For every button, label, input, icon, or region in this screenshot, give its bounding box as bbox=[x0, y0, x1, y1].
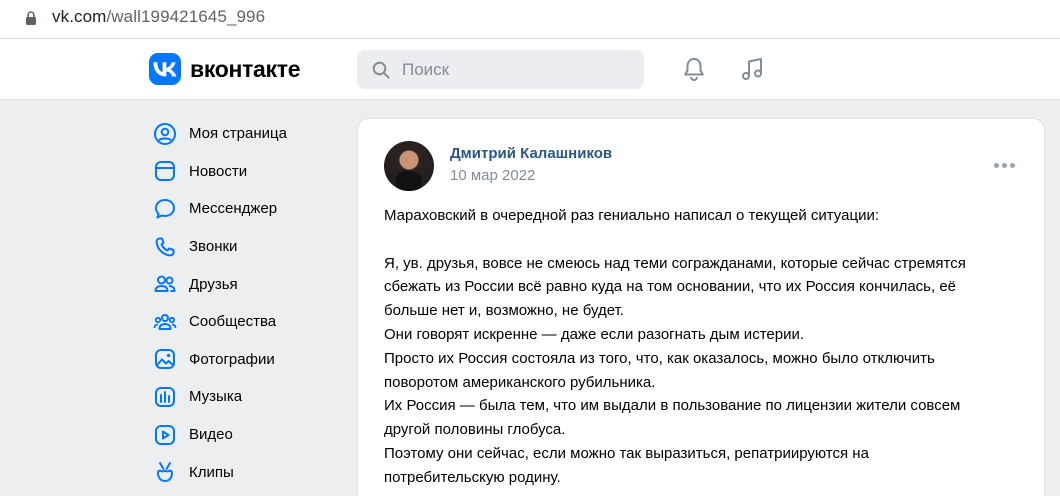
search-placeholder: Поиск bbox=[402, 60, 450, 79]
nav-item-music[interactable]: Музыка bbox=[148, 378, 348, 416]
url-host: vk.com bbox=[52, 7, 107, 26]
post-text: Мараховский в очередной раз гениально на… bbox=[384, 204, 1024, 490]
nav-item-label: Новости bbox=[189, 162, 248, 180]
video-icon bbox=[152, 422, 178, 448]
post-author[interactable]: Дмитрий Калашников bbox=[450, 145, 612, 162]
nav-item-label: Друзья bbox=[189, 275, 238, 293]
lock-icon bbox=[26, 11, 36, 25]
photos-icon bbox=[152, 346, 178, 372]
post-line: сбежать из России всё равно куда на том … bbox=[384, 278, 956, 296]
news-icon bbox=[152, 158, 178, 184]
site-header: вконтакте Поиск bbox=[0, 39, 1060, 100]
nav-item-friends[interactable]: Друзья bbox=[148, 265, 348, 303]
post-intro: Мараховский в очередной раз гениально на… bbox=[384, 207, 879, 224]
nav-item-label: Музыка bbox=[189, 388, 243, 406]
nav-item-clips[interactable]: Клипы bbox=[148, 453, 348, 491]
post-line: больше нет и, возможно, не будет. bbox=[384, 302, 624, 320]
music-note-icon[interactable] bbox=[740, 56, 766, 82]
nav-item-messenger[interactable]: Мессенджер bbox=[148, 190, 348, 228]
user-icon bbox=[152, 121, 178, 147]
vk-wordmark: вконтакте bbox=[190, 55, 301, 82]
vk-logo[interactable]: вконтакте bbox=[149, 53, 301, 85]
browser-address-bar[interactable]: vk.com/wall199421645_996 bbox=[0, 0, 1060, 39]
post-line: другой половины глобуса. bbox=[384, 421, 566, 439]
post-line: поворотом американского рубильника. bbox=[384, 373, 656, 391]
nav-item-news[interactable]: Новости bbox=[148, 153, 348, 191]
post-card: Дмитрий Калашников 10 мар 2022 Мараховск… bbox=[357, 118, 1045, 496]
nav-item-label: Видео bbox=[189, 426, 233, 444]
post-line: Они говорят искренне — даже если разогна… bbox=[384, 325, 804, 343]
nav-item-label: Мессенджер bbox=[189, 200, 278, 218]
address-url[interactable]: vk.com/wall199421645_996 bbox=[52, 7, 265, 27]
more-options-icon[interactable] bbox=[994, 163, 1015, 168]
post-line: потребительскую родину. bbox=[384, 468, 561, 486]
left-nav: Моя страница Новости Мессенджер Звонки Д… bbox=[148, 115, 348, 491]
nav-item-label: Фотографии bbox=[189, 350, 275, 368]
nav-item-label: Сообщества bbox=[189, 313, 277, 331]
url-path: /wall199421645_996 bbox=[106, 7, 266, 26]
music-icon bbox=[152, 384, 178, 410]
avatar[interactable] bbox=[384, 141, 434, 191]
post-date[interactable]: 10 мар 2022 bbox=[450, 167, 535, 184]
post-line: Поэтому они сейчас, если можно так выраз… bbox=[384, 444, 869, 462]
nav-item-calls[interactable]: Звонки bbox=[148, 228, 348, 266]
nav-item-label: Звонки bbox=[189, 238, 238, 256]
post-line: Я, ув. друзья, вовсе не смеюсь над теми … bbox=[384, 254, 966, 272]
nav-item-label: Моя страница bbox=[189, 125, 287, 143]
message-icon bbox=[152, 196, 178, 222]
phone-icon bbox=[152, 234, 178, 260]
nav-item-label: Клипы bbox=[189, 463, 234, 481]
post-line: Их Россия — была тем, что им выдали в по… bbox=[384, 397, 961, 415]
communities-icon bbox=[152, 309, 178, 335]
clips-icon bbox=[152, 459, 178, 485]
post-line: Просто их Россия состояла из того, что, … bbox=[384, 349, 935, 367]
nav-item-photos[interactable]: Фотографии bbox=[148, 341, 348, 379]
friends-icon bbox=[152, 271, 178, 297]
bell-icon[interactable] bbox=[681, 56, 707, 82]
vk-logo-icon bbox=[149, 53, 181, 85]
search-icon bbox=[372, 61, 390, 79]
nav-item-video[interactable]: Видео bbox=[148, 416, 348, 454]
search-input[interactable]: Поиск bbox=[357, 50, 644, 89]
nav-item-communities[interactable]: Сообщества bbox=[148, 303, 348, 341]
nav-item-my-page[interactable]: Моя страница bbox=[148, 115, 348, 153]
